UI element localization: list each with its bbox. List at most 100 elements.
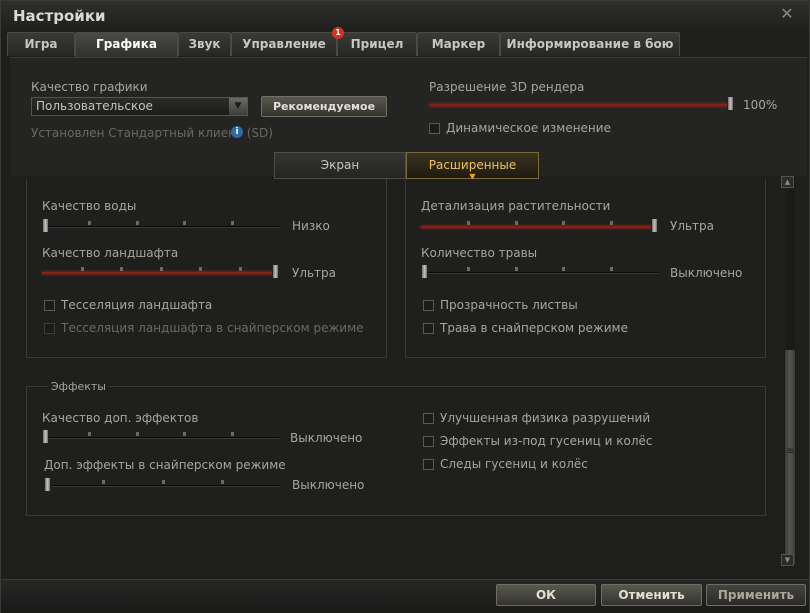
window-title: Настройки — [13, 7, 106, 25]
extra-effects-value: Выключено — [290, 431, 363, 445]
dynamic-change-checkbox[interactable] — [429, 123, 440, 134]
tab-sight[interactable]: Прицел — [337, 32, 417, 56]
settings-tabs: Игра Графика Звук Управление Прицел Марк… — [7, 32, 807, 58]
slider-tick — [515, 221, 518, 225]
sniper-effects-value: Выключено — [292, 478, 365, 492]
landscape-quality-value: Ультра — [292, 266, 337, 280]
ok-button[interactable]: ОК — [496, 584, 596, 606]
tab-sound[interactable]: Звук — [178, 32, 231, 56]
physics-checkbox[interactable] — [423, 413, 434, 424]
track-marks-label: Следы гусениц и колёс — [440, 457, 588, 471]
slider-tick — [610, 221, 613, 225]
slider-tick — [467, 221, 470, 225]
subtab-advanced-label: Расширенные — [428, 158, 517, 172]
track-effects-checkbox[interactable] — [423, 436, 434, 447]
landscape-quality-slider[interactable] — [42, 264, 279, 279]
slider-thumb[interactable] — [44, 477, 51, 492]
slider-fill — [421, 226, 658, 228]
chevron-down-icon[interactable]: ▼ — [229, 98, 247, 115]
slider-tick — [162, 480, 165, 484]
vegetation-detail-value: Ультра — [670, 219, 715, 233]
tessellation-checkbox[interactable] — [44, 300, 55, 311]
slider-tick — [102, 480, 105, 484]
tab-graphics[interactable]: Графика — [75, 32, 178, 58]
water-quality-label: Качество воды — [42, 199, 137, 213]
slider-track[interactable] — [42, 437, 279, 439]
tessellation-sniper-checkbox[interactable] — [44, 323, 55, 334]
slider-tick — [231, 432, 234, 436]
scroll-down-icon[interactable]: ▼ — [781, 554, 794, 566]
slider-tick — [183, 221, 186, 225]
physics-label: Улучшенная физика разрушений — [440, 411, 651, 425]
water-quality-value: Низко — [292, 219, 330, 233]
foliage-transparency-label: Прозрачность листвы — [440, 298, 578, 312]
scroll-up-icon[interactable]: ▲ — [781, 176, 794, 188]
grass-amount-label: Количество травы — [421, 246, 538, 260]
slider-thumb[interactable] — [272, 264, 279, 279]
slider-thumb[interactable] — [727, 96, 734, 111]
resolution-slider[interactable] — [429, 96, 734, 111]
slider-thumb[interactable] — [42, 218, 49, 233]
graphics-quality-value: Пользовательское — [36, 99, 153, 113]
cancel-button[interactable]: Отменить — [601, 584, 702, 606]
slider-tick — [136, 221, 139, 225]
slider-track[interactable] — [42, 226, 279, 228]
graphics-quality-label: Качество графики — [31, 80, 148, 94]
slider-thumb[interactable] — [651, 218, 658, 233]
tessellation-sniper-label: Тесселяция ландшафта в снайперском режим… — [61, 321, 364, 335]
scrollbar-grip-icon: ≡ — [786, 446, 795, 457]
slider-track[interactable] — [421, 272, 658, 274]
slider-tick — [88, 221, 91, 225]
apply-button[interactable]: Применить — [706, 584, 806, 606]
grass-sniper-checkbox[interactable] — [423, 323, 434, 334]
slider-tick — [81, 267, 84, 271]
tab-battle-info[interactable]: Информирование в бою — [500, 32, 680, 56]
close-icon[interactable]: ✕ — [777, 5, 797, 22]
water-quality-slider[interactable] — [42, 218, 279, 233]
subtab-advanced[interactable]: Расширенные ▼ — [406, 152, 539, 181]
slider-tick — [183, 432, 186, 436]
landscape-quality-label: Качество ландшафта — [42, 246, 179, 260]
resolution-value: 100% — [743, 98, 778, 112]
slider-tick — [239, 267, 242, 271]
tab-marker[interactable]: Маркер — [417, 32, 500, 56]
effects-title: Эффекты — [48, 380, 109, 393]
slider-tick — [467, 267, 470, 271]
slider-track[interactable] — [44, 485, 281, 487]
extra-effects-label: Качество доп. эффектов — [42, 411, 199, 425]
grass-sniper-label: Трава в снайперском режиме — [440, 321, 628, 335]
slider-thumb[interactable] — [42, 429, 49, 444]
effects-group — [26, 386, 766, 516]
slider-fill — [429, 104, 734, 106]
scrollbar-thumb[interactable] — [784, 349, 796, 565]
title-bar: Настройки ✕ — [1, 1, 809, 32]
graphics-quality-dropdown[interactable]: Пользовательское ▼ — [31, 97, 248, 116]
slider-tick — [120, 267, 123, 271]
recommended-button[interactable]: Рекомендуемое — [261, 96, 387, 117]
resolution-label: Разрешение 3D рендера — [429, 80, 585, 94]
vegetation-detail-slider[interactable] — [421, 218, 658, 233]
grass-amount-value: Выключено — [670, 266, 743, 280]
notification-badge: 1 — [332, 27, 344, 39]
sniper-effects-slider[interactable] — [44, 477, 281, 492]
slider-fill — [42, 272, 279, 274]
scrollbar-track[interactable]: ≡ — [784, 176, 796, 567]
dynamic-change-label: Динамическое изменение — [446, 121, 611, 135]
vegetation-detail-label: Детализация растительности — [421, 199, 611, 213]
sniper-effects-label: Доп. эффекты в снайперском режиме — [44, 458, 286, 472]
slider-tick — [610, 267, 613, 271]
info-icon[interactable]: i — [231, 126, 243, 138]
settings-window: Настройки ✕ Игра Графика Звук Управление… — [0, 0, 810, 613]
slider-thumb[interactable] — [421, 264, 428, 279]
subtab-screen[interactable]: Экран — [274, 152, 406, 179]
tab-game[interactable]: Игра — [7, 32, 75, 56]
slider-tick — [562, 221, 565, 225]
slider-tick — [562, 267, 565, 271]
tab-controls[interactable]: Управление — [231, 32, 337, 56]
slider-tick — [515, 267, 518, 271]
foliage-transparency-checkbox[interactable] — [423, 300, 434, 311]
slider-tick — [88, 432, 91, 436]
track-marks-checkbox[interactable] — [423, 459, 434, 470]
extra-effects-slider[interactable] — [42, 429, 279, 444]
grass-amount-slider[interactable] — [421, 264, 658, 279]
